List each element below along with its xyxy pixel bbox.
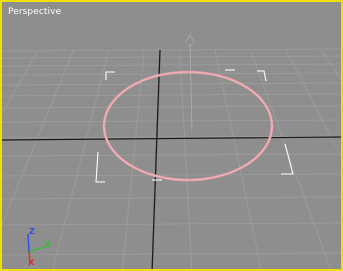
grid-line (2, 105, 341, 109)
grid-line (2, 48, 341, 52)
grid-line (2, 93, 341, 97)
grid-line (2, 63, 341, 67)
grid-line (52, 49, 110, 269)
axis-tripod-icon: Z Y X (27, 227, 51, 267)
grid-line (2, 82, 341, 86)
move-gizmo-icon[interactable] (185, 34, 195, 131)
axis-y-label: Y (44, 240, 51, 249)
axis-x-label: X (28, 258, 35, 267)
grid-line (2, 196, 341, 200)
grid-line (2, 55, 341, 59)
viewport-scene[interactable]: Z Y X (2, 2, 343, 271)
selected-circle[interactable] (102, 70, 274, 182)
axis-z-label: Z (29, 227, 35, 236)
grid-line (2, 49, 39, 115)
grid-line (2, 252, 341, 256)
grid-line (2, 153, 341, 157)
viewport-label[interactable]: Perspective (8, 7, 61, 17)
grid-line (2, 49, 74, 226)
grid-line (2, 119, 341, 123)
perspective-viewport[interactable]: Z Y X Perspective (0, 0, 343, 271)
grid-line (2, 222, 341, 226)
world-axis-depth (151, 49, 161, 269)
selection-brackets (95, 69, 294, 183)
grid-line (179, 49, 193, 269)
home-grid (2, 48, 341, 269)
